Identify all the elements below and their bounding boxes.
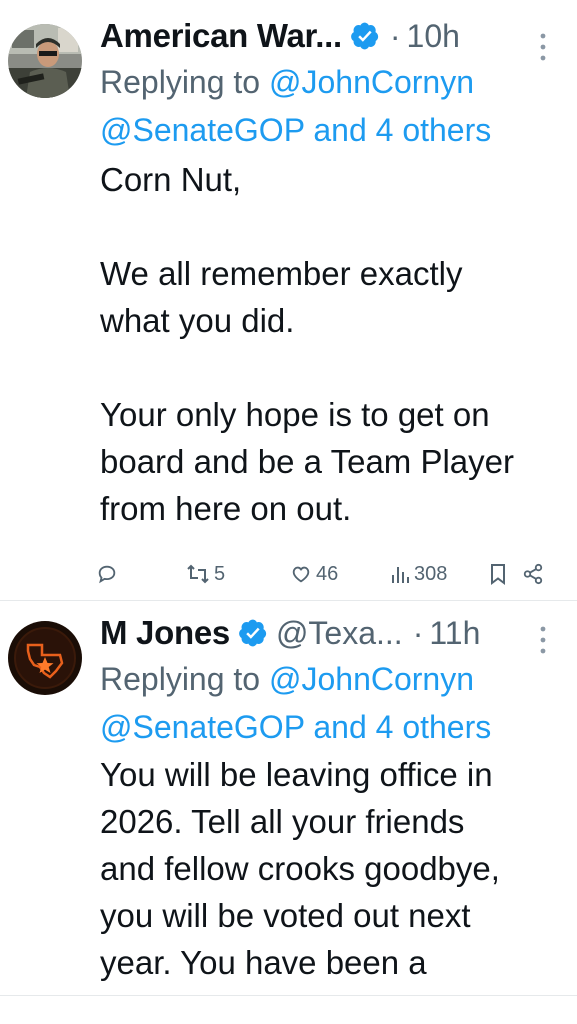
replying-to: Replying to @JohnCornyn bbox=[100, 58, 565, 106]
tweet-body: American War... · 10h Replying to @JohnC… bbox=[100, 14, 565, 532]
reply-button[interactable] bbox=[96, 563, 118, 585]
tweet-header: M Jones @Texa... · 11h bbox=[100, 611, 565, 655]
separator-dot: · bbox=[389, 17, 401, 54]
like-icon bbox=[292, 566, 310, 583]
divider bbox=[0, 995, 577, 996]
like-button[interactable]: 46 bbox=[290, 563, 338, 586]
retweet-button[interactable]: 5 bbox=[186, 563, 225, 586]
replying-to-others: @SenateGOP and 4 others bbox=[100, 703, 565, 751]
tweet[interactable]: M Jones @Texa... · 11h Replying to @John… bbox=[0, 600, 577, 1024]
avatar[interactable] bbox=[8, 24, 82, 98]
replying-prefix: Replying to bbox=[100, 64, 269, 100]
tweet-text: You will be leaving office in 2026. Tell… bbox=[100, 756, 500, 981]
replying-to-others: @SenateGOP and 4 others bbox=[100, 106, 565, 154]
replying-prefix: Replying to bbox=[100, 661, 269, 697]
mention-others-link[interactable]: @SenateGOP and 4 others bbox=[100, 709, 491, 745]
bookmark-icon bbox=[491, 564, 505, 585]
display-name[interactable]: American War... bbox=[100, 17, 342, 55]
tweet-header: American War... · 10h bbox=[100, 14, 565, 58]
like-count: 46 bbox=[316, 562, 339, 585]
mention-link[interactable]: @JohnCornyn bbox=[269, 64, 474, 100]
share-icon bbox=[523, 563, 543, 585]
more-options-icon[interactable] bbox=[537, 623, 549, 657]
more-options-icon[interactable] bbox=[537, 30, 549, 64]
tweet-text: Corn Nut, We all remember exactly what y… bbox=[100, 161, 514, 527]
profile-photo bbox=[8, 24, 82, 98]
mention-link[interactable]: @JohnCornyn bbox=[269, 661, 474, 697]
timestamp[interactable]: 10h bbox=[407, 18, 460, 55]
tweet-actions: 5 46 308 bbox=[96, 558, 557, 590]
avatar[interactable] bbox=[8, 621, 82, 695]
views-icon bbox=[392, 567, 409, 583]
tweet[interactable]: American War... · 10h Replying to @JohnC… bbox=[0, 0, 577, 600]
profile-photo bbox=[8, 621, 82, 695]
retweet-count: 5 bbox=[214, 562, 226, 585]
views-count: 308 bbox=[414, 562, 448, 585]
share-button[interactable] bbox=[522, 563, 544, 585]
mention-others-link[interactable]: @SenateGOP and 4 others bbox=[100, 112, 491, 148]
bookmark-button[interactable] bbox=[488, 563, 508, 585]
verified-badge-icon bbox=[239, 619, 267, 647]
separator-dot: · bbox=[412, 614, 424, 651]
tweet-body: M Jones @Texa... · 11h Replying to @John… bbox=[100, 611, 565, 986]
display-name[interactable]: M Jones bbox=[100, 614, 230, 652]
replying-to: Replying to @JohnCornyn bbox=[100, 655, 565, 703]
handle[interactable]: @Texa... bbox=[276, 615, 403, 652]
views-button[interactable]: 308 bbox=[390, 563, 447, 586]
reply-icon bbox=[98, 565, 116, 584]
verified-badge-icon bbox=[351, 22, 379, 50]
timestamp[interactable]: 11h bbox=[429, 615, 480, 652]
retweet-icon bbox=[187, 564, 209, 584]
